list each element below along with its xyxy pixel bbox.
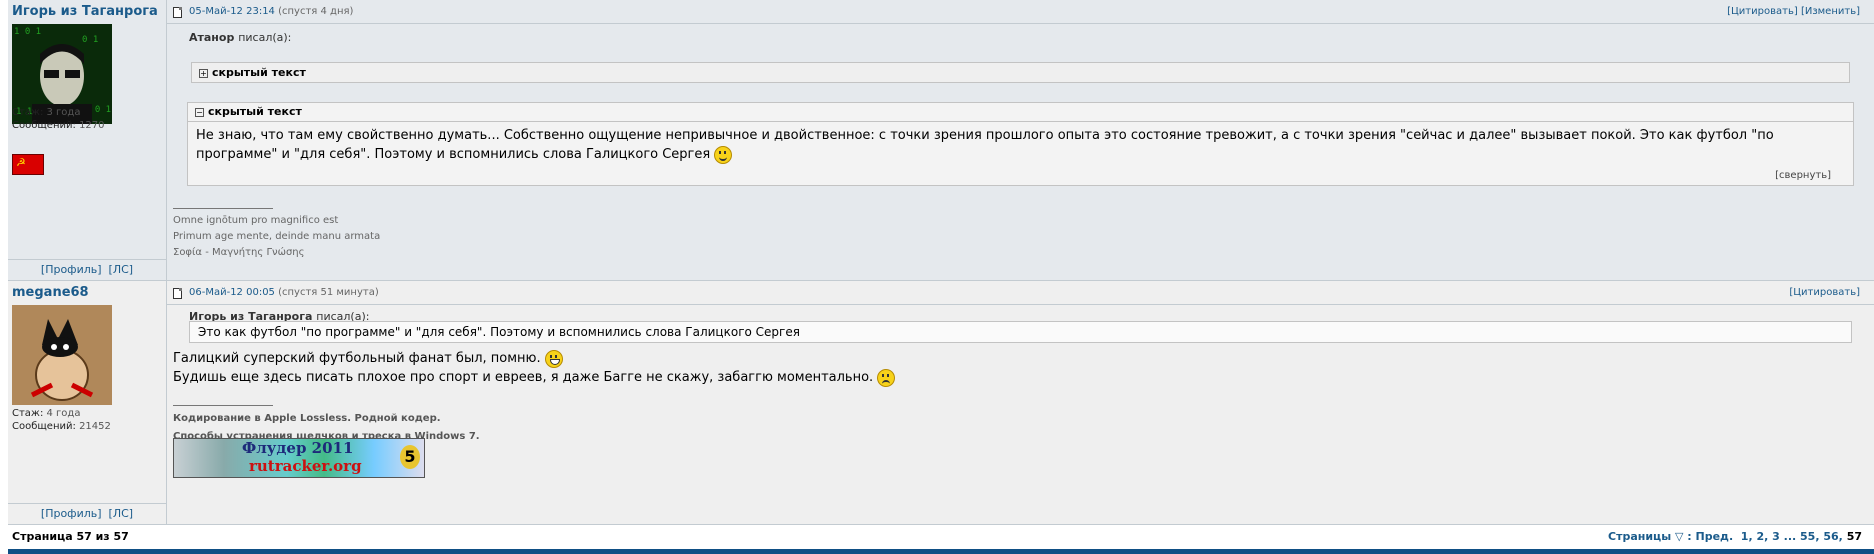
post-author-column: megane68 Стаж: 4 года Сообщений: 21452 [… — [8, 281, 167, 524]
ussr-flag-icon: ☭ — [12, 154, 44, 175]
signature-line: Primum age mente, deinde manu armata — [173, 231, 381, 242]
quote-header: Атанор писал(а): — [189, 31, 1852, 44]
svg-text:1 0 1: 1 0 1 — [14, 27, 41, 37]
award-banner[interactable]: Флудер 2011 rutracker.org 5 — [173, 438, 425, 478]
author-nick[interactable]: megane68 — [12, 285, 89, 300]
fold-link[interactable]: [свернуть] — [1775, 170, 1831, 181]
signature-line: Omne ignōtum pro magnifico est — [173, 215, 339, 226]
experience-value: 4 года — [46, 408, 81, 419]
pagination-bar: Страница 57 из 57 Страницы ▽ : Пред. 1, … — [8, 524, 1874, 549]
post-actions: [Цитировать] [Изменить] — [1727, 0, 1860, 23]
post-ago: (спустя 51 минута) — [278, 287, 379, 298]
experience-label: Стаж: — [12, 408, 44, 419]
pages-label: Страницы — [1608, 530, 1672, 543]
signature: Omne ignōtum pro magnifico est Primum ag… — [173, 208, 380, 261]
message-text: Галицкий суперский футбольный фанат был,… — [173, 349, 896, 387]
angry-smiley-icon — [877, 368, 896, 387]
post-header: 05-Май-12 23:14 (спустя 4 дня) [Цитирова… — [167, 0, 1874, 24]
pager: Страницы ▽ : Пред. 1, 2, 3 ... 55, 56, 5… — [1608, 530, 1862, 543]
prev-page-link[interactable]: Пред. — [1696, 530, 1734, 543]
quote-button[interactable]: [Цитировать] — [1789, 287, 1860, 298]
post: megane68 Стаж: 4 года Сообщений: 21452 [… — [8, 281, 1874, 525]
messages-label: Сообщений: — [12, 120, 76, 131]
profile-links: [Профиль] [ЛС] — [8, 503, 166, 524]
page-link[interactable]: 1 — [1741, 530, 1749, 543]
spoiler-title: скрытый текст — [208, 105, 302, 118]
signature-divider — [173, 208, 273, 209]
experience-label: Стаж: — [12, 107, 44, 118]
post-date[interactable]: 06-Май-12 00:05 — [189, 287, 275, 298]
wink-smiley-icon — [714, 145, 733, 164]
footer-divider — [8, 549, 1874, 554]
post-ago: (спустя 4 дня) — [278, 6, 354, 17]
author-nick[interactable]: Игорь из Таганрога — [12, 4, 158, 19]
spoiler-collapsed[interactable]: + скрытый текст — [191, 62, 1850, 83]
post-actions: [Цитировать] — [1789, 281, 1860, 304]
pm-link[interactable]: [ЛС] — [109, 507, 134, 520]
quote-button[interactable]: [Цитировать] — [1727, 6, 1798, 17]
avatar — [12, 305, 112, 405]
quote-wrote: писал(а): — [238, 31, 292, 44]
profile-link[interactable]: [Профиль] — [41, 507, 102, 520]
spoiler-title: скрытый текст — [212, 66, 306, 79]
messages-label: Сообщений: — [12, 421, 76, 432]
expand-icon: + — [199, 69, 208, 78]
spoiler-expanded: − скрытый текст Не знаю, что там ему свой… — [187, 102, 1854, 186]
post-date-line: 05-Май-12 23:14 (спустя 4 дня) — [189, 0, 353, 23]
post-body-column: 05-Май-12 23:14 (спустя 4 дня) [Цитирова… — [167, 0, 1874, 280]
banner-site: rutracker.org — [249, 457, 362, 475]
page-link[interactable]: 2 — [1756, 530, 1764, 543]
profile-link[interactable]: [Профиль] — [41, 263, 102, 276]
grin-smiley-icon — [544, 349, 563, 368]
page-link[interactable]: 56 — [1823, 530, 1838, 543]
messages-value: 1270 — [79, 120, 105, 131]
post-body-column: 06-Май-12 00:05 (спустя 51 минута) [Цити… — [167, 281, 1874, 524]
profile-links: [Профиль] [ЛС] — [8, 259, 166, 280]
page-ellipsis: ... — [1783, 530, 1797, 543]
pm-link[interactable]: [ЛС] — [109, 263, 134, 276]
signature-line: Σοφία - Μαγνήτης Γνώσης — [173, 247, 305, 258]
banner-medal: 5 — [400, 445, 420, 469]
post-link-icon[interactable] — [173, 7, 182, 18]
post-link-icon[interactable] — [173, 288, 182, 299]
current-page: 57 — [1846, 530, 1862, 543]
signature-divider — [173, 405, 273, 406]
quote-body: Это как футбол "по программе" и "для себ… — [189, 321, 1852, 343]
spoiler-body: Не знаю, что там ему свойственно думать.… — [188, 122, 1853, 164]
author-stats: Стаж: 3 года Сообщений: 1270 — [12, 106, 105, 132]
messages-value: 21452 — [79, 421, 111, 432]
banner-title: Флудер 2011 — [242, 439, 354, 457]
page-link[interactable]: 3 — [1772, 530, 1780, 543]
svg-text:0 1: 0 1 — [82, 35, 98, 45]
page-link[interactable]: 55 — [1800, 530, 1815, 543]
edit-button[interactable]: [Изменить] — [1801, 6, 1860, 17]
post-header: 06-Май-12 00:05 (спустя 51 минута) [Цити… — [167, 281, 1874, 305]
pages-dropdown-icon[interactable]: ▽ — [1671, 530, 1687, 543]
page-info: Страница 57 из 57 — [12, 530, 129, 543]
spoiler-text: Не знаю, что там ему свойственно думать.… — [196, 128, 1774, 162]
post-date-line: 06-Май-12 00:05 (спустя 51 минута) — [189, 281, 379, 304]
spoiler-header[interactable]: − скрытый текст — [188, 103, 1853, 122]
post-date[interactable]: 05-Май-12 23:14 — [189, 6, 275, 17]
collapse-icon: − — [195, 108, 204, 117]
quote-author: Атанор — [189, 31, 235, 44]
author-stats: Стаж: 4 года Сообщений: 21452 — [12, 407, 111, 433]
signature-link[interactable]: Кодирование в Apple Lossless. Родной код… — [173, 410, 480, 428]
experience-value: 3 года — [46, 107, 81, 118]
post: Игорь из Таганрога 1 0 10 11 10 0 1 Стаж… — [8, 0, 1874, 281]
message-line: Будишь еще здесь писать плохое про спорт… — [173, 370, 874, 385]
forum-topic: Игорь из Таганрога 1 0 10 11 10 0 1 Стаж… — [8, 0, 1874, 525]
message-line: Галицкий суперский футбольный фанат был,… — [173, 351, 541, 366]
post-author-column: Игорь из Таганрога 1 0 10 11 10 0 1 Стаж… — [8, 0, 167, 280]
